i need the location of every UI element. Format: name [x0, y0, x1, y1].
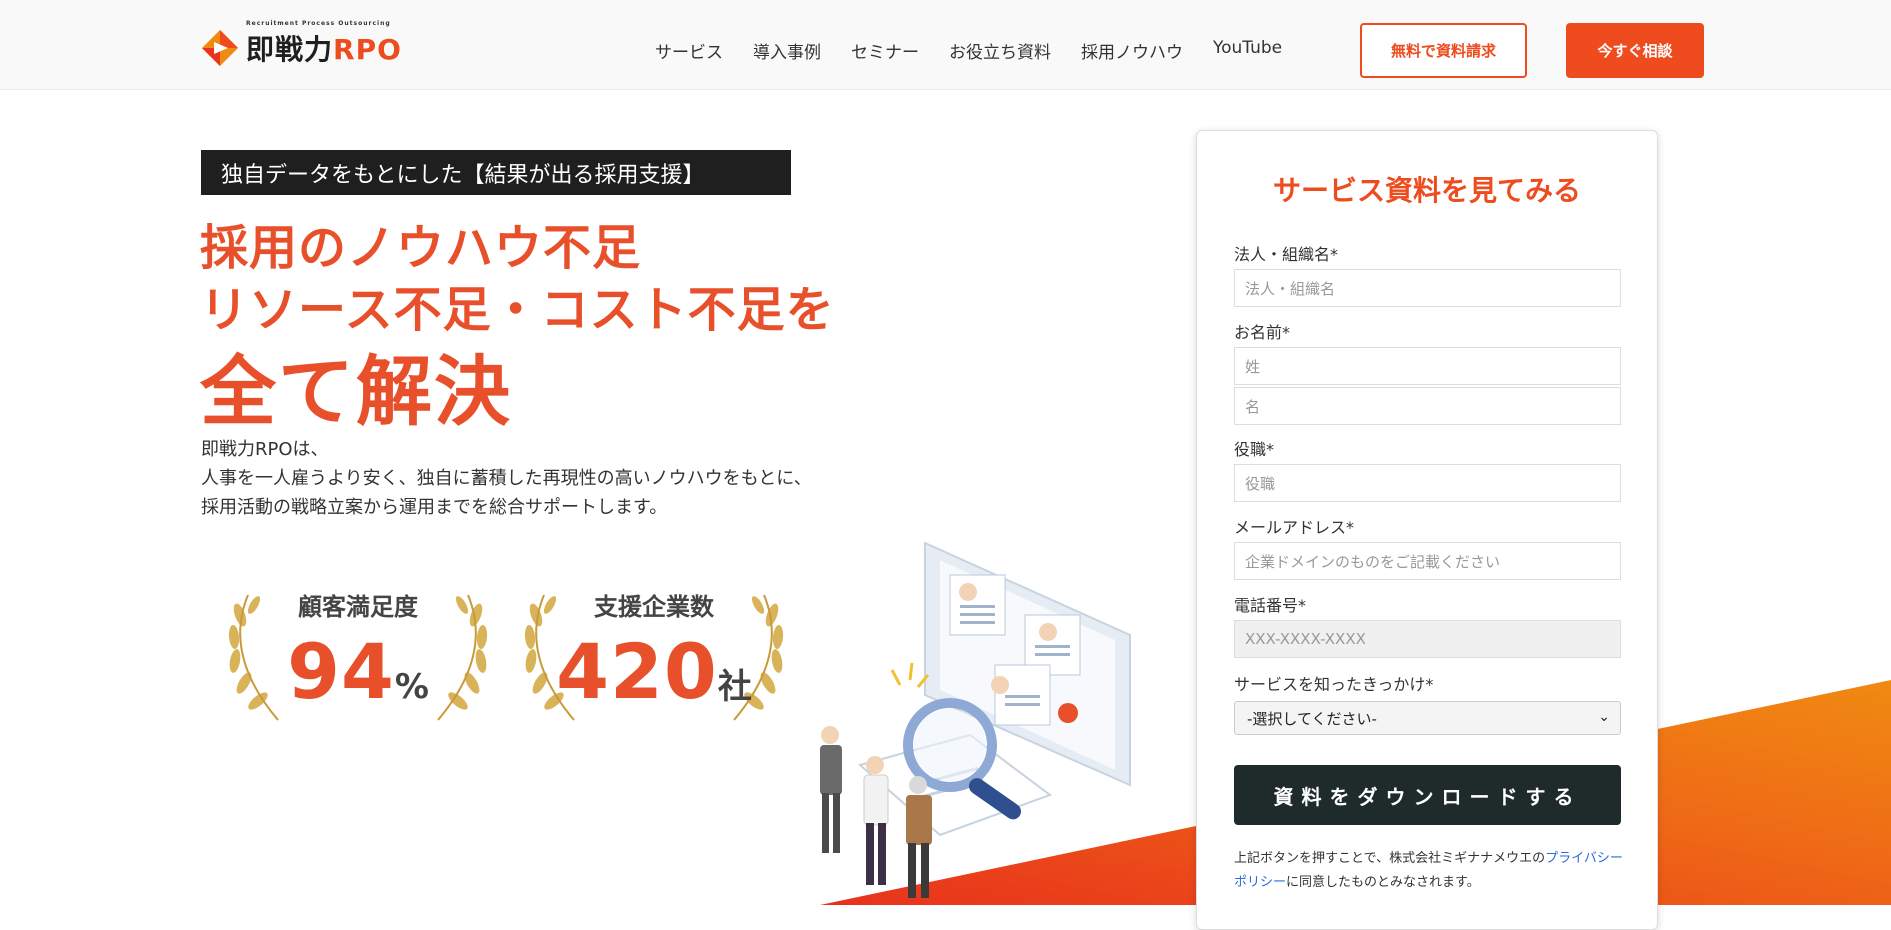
nav-item-seminars[interactable]: セミナー: [851, 38, 919, 63]
source-label: サービスを知ったきっかけ*: [1234, 675, 1434, 694]
hero-description-line: 採用活動の戦略立案から運用までを総合サポートします。: [201, 497, 668, 518]
logo-wordmark: 即戦力RPO: [246, 33, 402, 66]
document-request-form: サービス資料を見てみる 法人・組織名* 法人・組織名 お名前* 姓 名 役職* …: [1196, 130, 1658, 930]
nav-item-youtube[interactable]: YouTube: [1213, 38, 1282, 63]
source-select[interactable]: -選択してください- ⌄: [1234, 701, 1621, 735]
email-label: メールアドレス*: [1234, 518, 1355, 537]
award-value: 420社: [556, 627, 752, 716]
hero-headline-line1: 採用のノウハウ不足: [200, 220, 642, 276]
download-button[interactable]: 資料をダウンロードする: [1234, 765, 1621, 825]
chevron-down-icon: ⌄: [1598, 709, 1610, 725]
main-nav: サービス 導入事例 セミナー お役立ち資料 採用ノウハウ YouTube: [655, 38, 1312, 63]
nav-item-resources[interactable]: お役立ち資料: [949, 38, 1051, 63]
free-document-request-button[interactable]: 無料で資料請求: [1360, 23, 1527, 78]
award-satisfaction: 顧客満足度 94%: [218, 575, 498, 725]
position-input[interactable]: 役職: [1234, 464, 1621, 502]
award-value: 94%: [287, 627, 429, 716]
form-title: サービス資料を見てみる: [1272, 174, 1581, 207]
hero-description-line: 即戦力RPOは、: [201, 439, 329, 460]
award-label: 支援企業数: [594, 593, 714, 621]
name-label: お名前*: [1234, 323, 1291, 342]
nav-item-services[interactable]: サービス: [655, 38, 723, 63]
position-label: 役職*: [1234, 440, 1275, 459]
logo[interactable]: Recruitment Process Outsourcing 即戦力RPO: [200, 20, 402, 68]
phone-input[interactable]: XXX-XXXX-XXXX: [1234, 620, 1621, 658]
email-field[interactable]: 企業ドメインのものをご記載ください: [1234, 542, 1621, 580]
award-label: 顧客満足度: [298, 593, 418, 621]
site-header: Recruitment Process Outsourcing 即戦力RPO サ…: [0, 0, 1891, 90]
first-name-input[interactable]: 名: [1234, 387, 1621, 425]
org-name-label: 法人・組織名*: [1234, 245, 1339, 264]
hero-headline-line3: 全て解決: [200, 347, 512, 436]
source-select-value: -選択してください-: [1247, 709, 1377, 728]
consult-now-button[interactable]: 今すぐ相談: [1566, 23, 1704, 78]
award-clients: 支援企業数 420社: [514, 575, 794, 725]
phone-label: 電話番号*: [1234, 596, 1307, 615]
privacy-notice: 上記ボタンを押すことで、株式会社ミギナナメウエのプライバシーポリシーに同意したも…: [1234, 851, 1623, 890]
nav-item-hiring-knowhow[interactable]: 採用ノウハウ: [1081, 38, 1183, 63]
hero-description: 即戦力RPOは、 人事を一人雇うより安く、独自に蓄積した再現性の高いノウハウをも…: [201, 435, 812, 522]
org-name-input[interactable]: 法人・組織名: [1234, 269, 1621, 307]
hero-description-line: 人事を一人雇うより安く、独自に蓄積した再現性の高いノウハウをもとに、: [201, 468, 812, 489]
logo-mark-icon: [200, 28, 240, 68]
nav-item-case-studies[interactable]: 導入事例: [753, 38, 821, 63]
hero-illustration: [820, 541, 1131, 898]
logo-subtitle: Recruitment Process Outsourcing: [246, 20, 391, 27]
last-name-input[interactable]: 姓: [1234, 347, 1621, 385]
hero-tagline: 独自データをもとにした【結果が出る採用支援】: [201, 150, 791, 195]
